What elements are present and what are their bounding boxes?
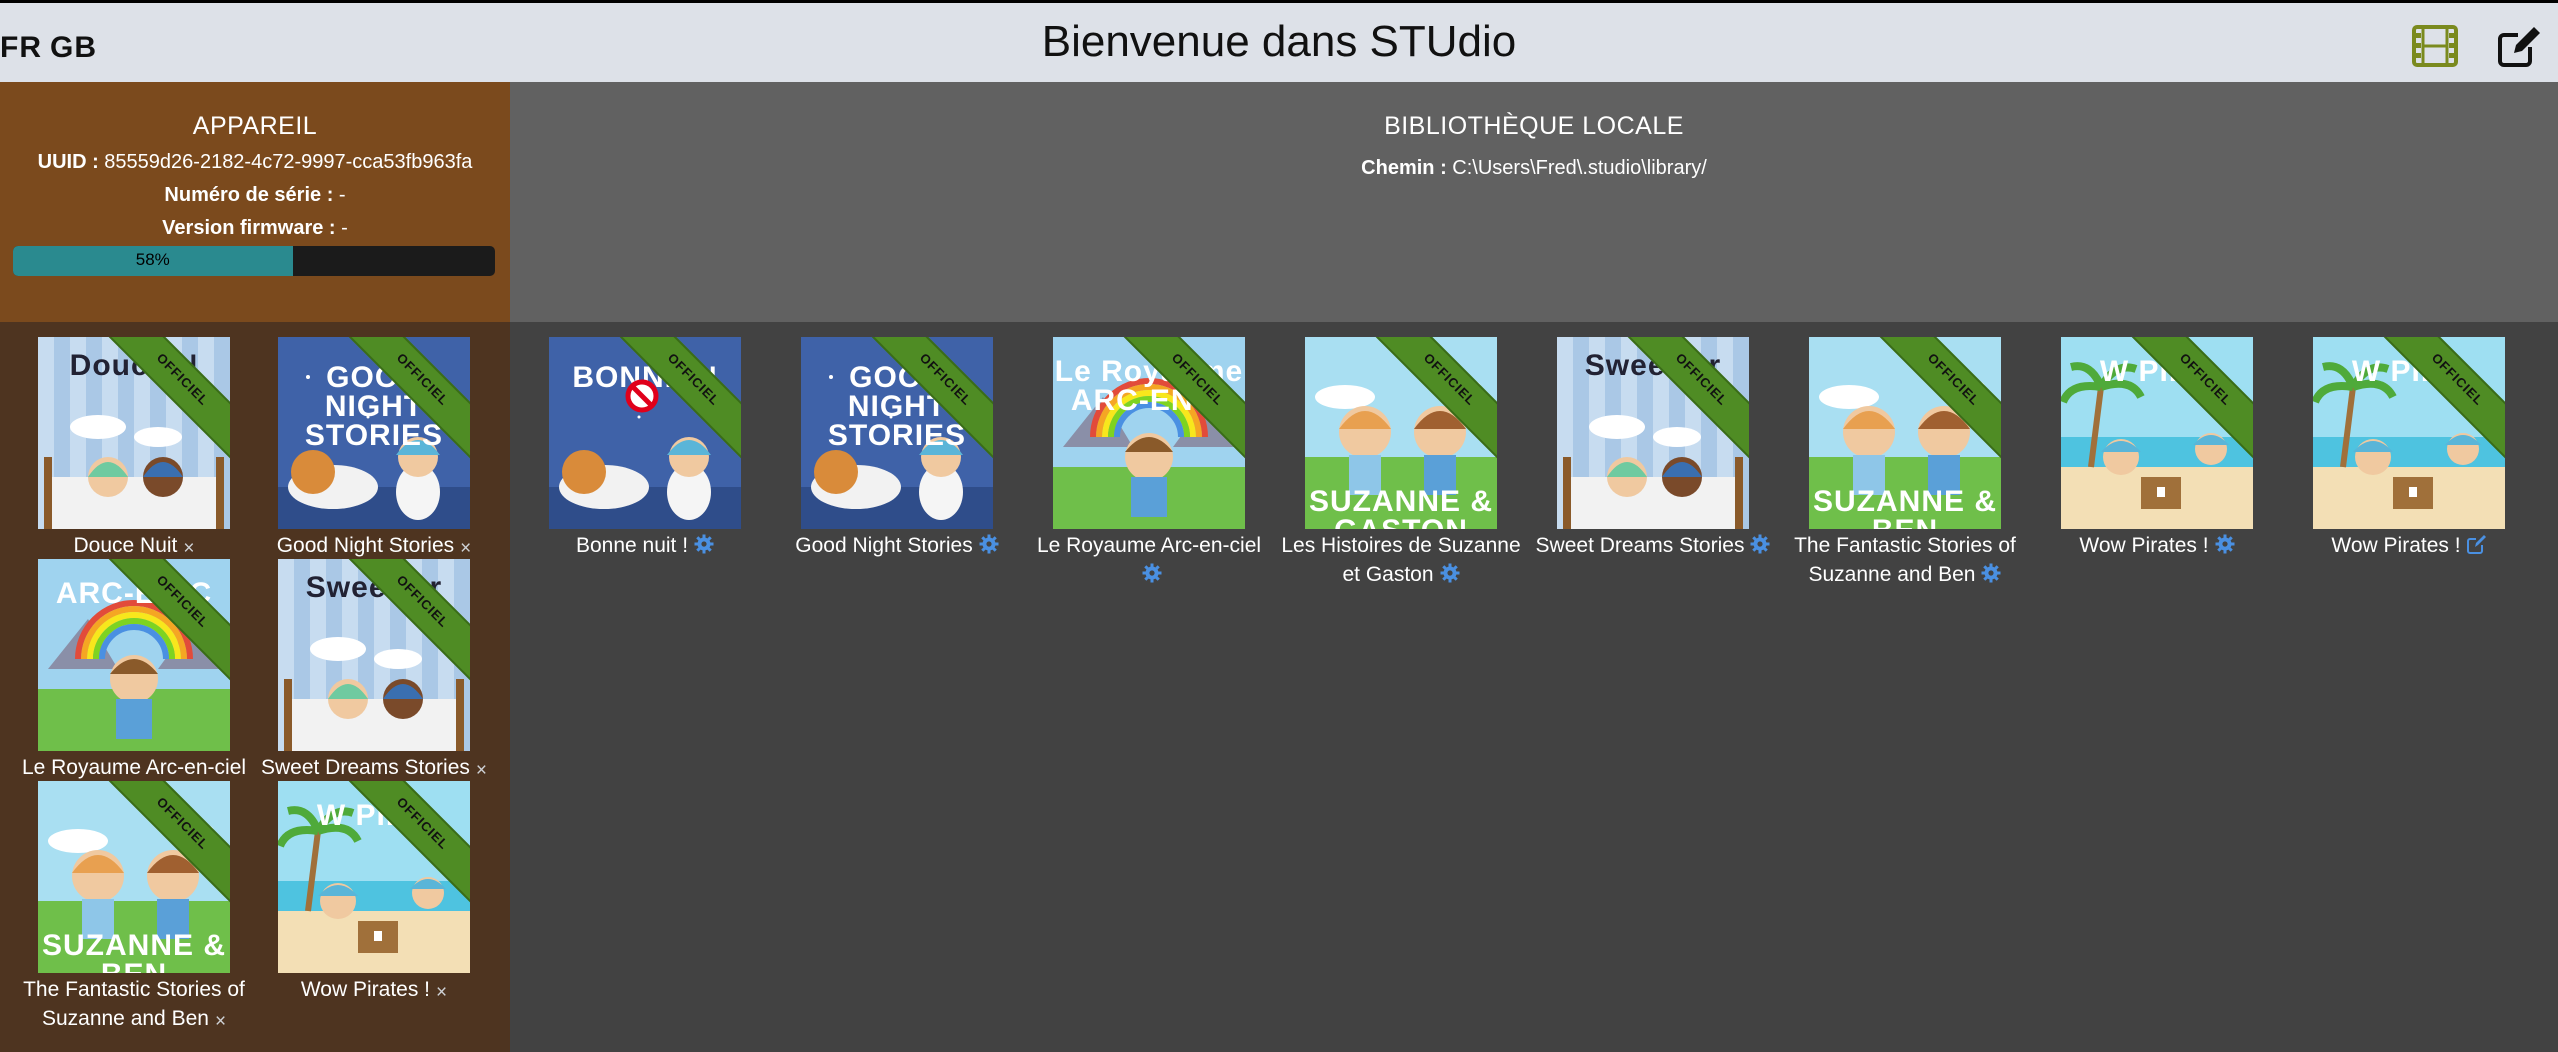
pack-cover[interactable]: Douce N OFFICIEL bbox=[38, 337, 230, 529]
remove-icon[interactable]: × bbox=[215, 1007, 226, 1036]
pack-title-text: Le Royaume Arc-en-ciel bbox=[1036, 534, 1262, 557]
cover-title: SUZANNE & BEN bbox=[41, 929, 226, 974]
pack-cover[interactable]: GOOD NIGHT STORIES OFFICIEL bbox=[278, 337, 470, 529]
storage-progress-bar: 58% bbox=[13, 246, 495, 276]
pack-title-text: Sweet Dreams Stories bbox=[260, 756, 470, 779]
device-serial: Numéro de série : - bbox=[164, 184, 346, 206]
pack-cover[interactable]: SUZANNE & BENOFFICIEL bbox=[1809, 337, 2001, 529]
device-uuid: UUID : 85559d26-2182-4c72-9997-cca53fb96… bbox=[37, 151, 473, 173]
pack-title-text: The Fantastic Stories of Suzanne and Ben bbox=[23, 978, 245, 1030]
pack-title: Sweet Dreams Stories bbox=[1533, 531, 1773, 562]
library-pack[interactable]: W PIRA OFFICIEL Wow Pirates ! bbox=[2289, 337, 2529, 562]
gear-icon[interactable] bbox=[1981, 562, 2001, 591]
library-panel-header: BIBLIOTHÈQUE LOCALE Chemin : C:\Users\Fr… bbox=[510, 82, 2558, 322]
gear-icon[interactable] bbox=[1142, 562, 1162, 591]
device-pack[interactable]: SUZANNE & BENOFFICIELThe Fantastic Stori… bbox=[14, 781, 254, 1036]
pack-title: Wow Pirates ! × bbox=[254, 975, 494, 1007]
library-path: Chemin : C:\Users\Fred\.studio\library/ bbox=[1361, 157, 1707, 179]
pack-title-text: Les Histoires de Suzanne et Gaston bbox=[1281, 534, 1521, 586]
pack-title-text: Wow Pirates ! bbox=[2079, 534, 2209, 557]
device-packs-panel: Douce N OFFICIEL Douce Nuit × GOOD NIGHT STO… bbox=[0, 322, 510, 1052]
device-panel-header: APPAREIL UUID : 85559d26-2182-4c72-9997-… bbox=[0, 82, 510, 322]
library-packs-panel: BONNE N OFFICIEL Bonne nuit ! GOOD NIGHT ST… bbox=[510, 322, 2558, 1052]
pack-cover[interactable]: SUZANNE & GASTONOFFICIEL bbox=[1305, 337, 1497, 529]
remove-icon[interactable]: × bbox=[436, 978, 447, 1007]
pack-title-text: Bonne nuit ! bbox=[575, 534, 689, 557]
gear-icon[interactable] bbox=[2215, 533, 2235, 562]
library-pack[interactable]: W PIRA OFFICIEL Wow Pirates ! bbox=[2037, 337, 2277, 562]
library-pack[interactable]: BONNE N OFFICIEL Bonne nuit ! bbox=[525, 337, 765, 562]
top-bar: FR GB Bienvenue dans STUdio bbox=[0, 0, 2558, 82]
pack-cover[interactable]: BONNE N OFFICIEL bbox=[549, 337, 741, 529]
new-pack-button[interactable] bbox=[2496, 23, 2542, 69]
storage-progress-text: 58% bbox=[135, 250, 170, 269]
gear-icon[interactable] bbox=[1440, 562, 1460, 591]
pack-cover[interactable]: SUZANNE & BENOFFICIEL bbox=[38, 781, 230, 973]
gear-icon[interactable] bbox=[1750, 533, 1770, 562]
device-pack[interactable]: Douce N OFFICIEL Douce Nuit × bbox=[14, 337, 254, 563]
film-button[interactable] bbox=[2412, 25, 2458, 67]
pack-title: The Fantastic Stories of Suzanne and Ben… bbox=[14, 975, 254, 1036]
cover-title: SUZANNE & GASTON bbox=[1308, 485, 1493, 530]
gear-icon[interactable] bbox=[694, 533, 714, 562]
pack-title: The Fantastic Stories of Suzanne and Ben bbox=[1785, 531, 2025, 591]
library-pack[interactable]: SUZANNE & GASTONOFFICIELLes Histoires de… bbox=[1281, 337, 1521, 591]
device-pack[interactable]: GOOD NIGHT STORIES OFFICIEL Good Night Sto… bbox=[254, 337, 494, 563]
pack-title-text: Good Night Stories bbox=[795, 534, 973, 557]
pack-title-text: Sweet Dreams Stories bbox=[1535, 534, 1745, 557]
pack-cover[interactable]: Sweet Dr OFFICIEL bbox=[278, 559, 470, 751]
library-pack[interactable]: GOOD NIGHT STORIES OFFICIEL Good Night Sto… bbox=[777, 337, 1017, 562]
pack-cover[interactable]: Le Royaume ARC-EN-C OFFICIEL bbox=[1053, 337, 1245, 529]
pack-title-text: Wow Pirates ! bbox=[300, 978, 431, 1001]
device-title: APPAREIL bbox=[192, 112, 318, 140]
pack-cover[interactable]: Sweet Dr OFFICIEL bbox=[1557, 337, 1749, 529]
page-title: Bienvenue dans STUdio bbox=[1041, 17, 1517, 66]
blocked-icon bbox=[625, 379, 659, 421]
cover-title: SUZANNE & BEN bbox=[1812, 485, 1997, 530]
library-pack[interactable]: Sweet Dr OFFICIEL Sweet Dreams Stories bbox=[1533, 337, 1773, 562]
pack-cover[interactable]: W PIRA OFFICIEL bbox=[2061, 337, 2253, 529]
pack-title: Good Night Stories bbox=[777, 531, 1017, 562]
pack-title: Les Histoires de Suzanne et Gaston bbox=[1281, 531, 1521, 591]
pack-title: Le Royaume Arc-en-ciel bbox=[1029, 531, 1269, 591]
pack-cover[interactable]: ARC-EN-C OFFICIEL bbox=[38, 559, 230, 751]
device-pack[interactable]: ARC-EN-COFFICIELLe Royaume Arc-en-ciel× bbox=[14, 559, 254, 814]
edit-icon[interactable] bbox=[2466, 533, 2487, 562]
pack-title: Bonne nuit ! bbox=[525, 531, 765, 562]
film-icon bbox=[2412, 25, 2458, 67]
pack-cover[interactable]: W PIRA OFFICIEL bbox=[278, 781, 470, 973]
pack-title-text: Douce Nuit bbox=[73, 534, 178, 557]
edit-icon bbox=[2498, 27, 2540, 67]
library-pack[interactable]: SUZANNE & BENOFFICIELThe Fantastic Stori… bbox=[1785, 337, 2025, 591]
device-firmware: Version firmware : - bbox=[162, 217, 348, 239]
pack-title-text: Wow Pirates ! bbox=[2331, 534, 2461, 557]
gear-icon[interactable] bbox=[979, 533, 999, 562]
pack-cover[interactable]: GOOD NIGHT STORIES OFFICIEL bbox=[801, 337, 993, 529]
pack-cover[interactable]: W PIRA OFFICIEL bbox=[2313, 337, 2505, 529]
device-pack[interactable]: Sweet Dr OFFICIEL Sweet Dreams Stories × bbox=[254, 559, 494, 785]
pack-title: Wow Pirates ! bbox=[2289, 531, 2529, 562]
library-title: BIBLIOTHÈQUE LOCALE bbox=[1384, 112, 1684, 140]
device-pack[interactable]: W PIRA OFFICIEL Wow Pirates ! × bbox=[254, 781, 494, 1007]
pack-title: Wow Pirates ! bbox=[2037, 531, 2277, 562]
pack-title-text: Good Night Stories bbox=[276, 534, 455, 557]
library-pack[interactable]: Le Royaume ARC-EN-C OFFICIEL Le Royaume Ar… bbox=[1029, 337, 1269, 591]
pack-title-text: Le Royaume Arc-en-ciel bbox=[21, 756, 247, 779]
